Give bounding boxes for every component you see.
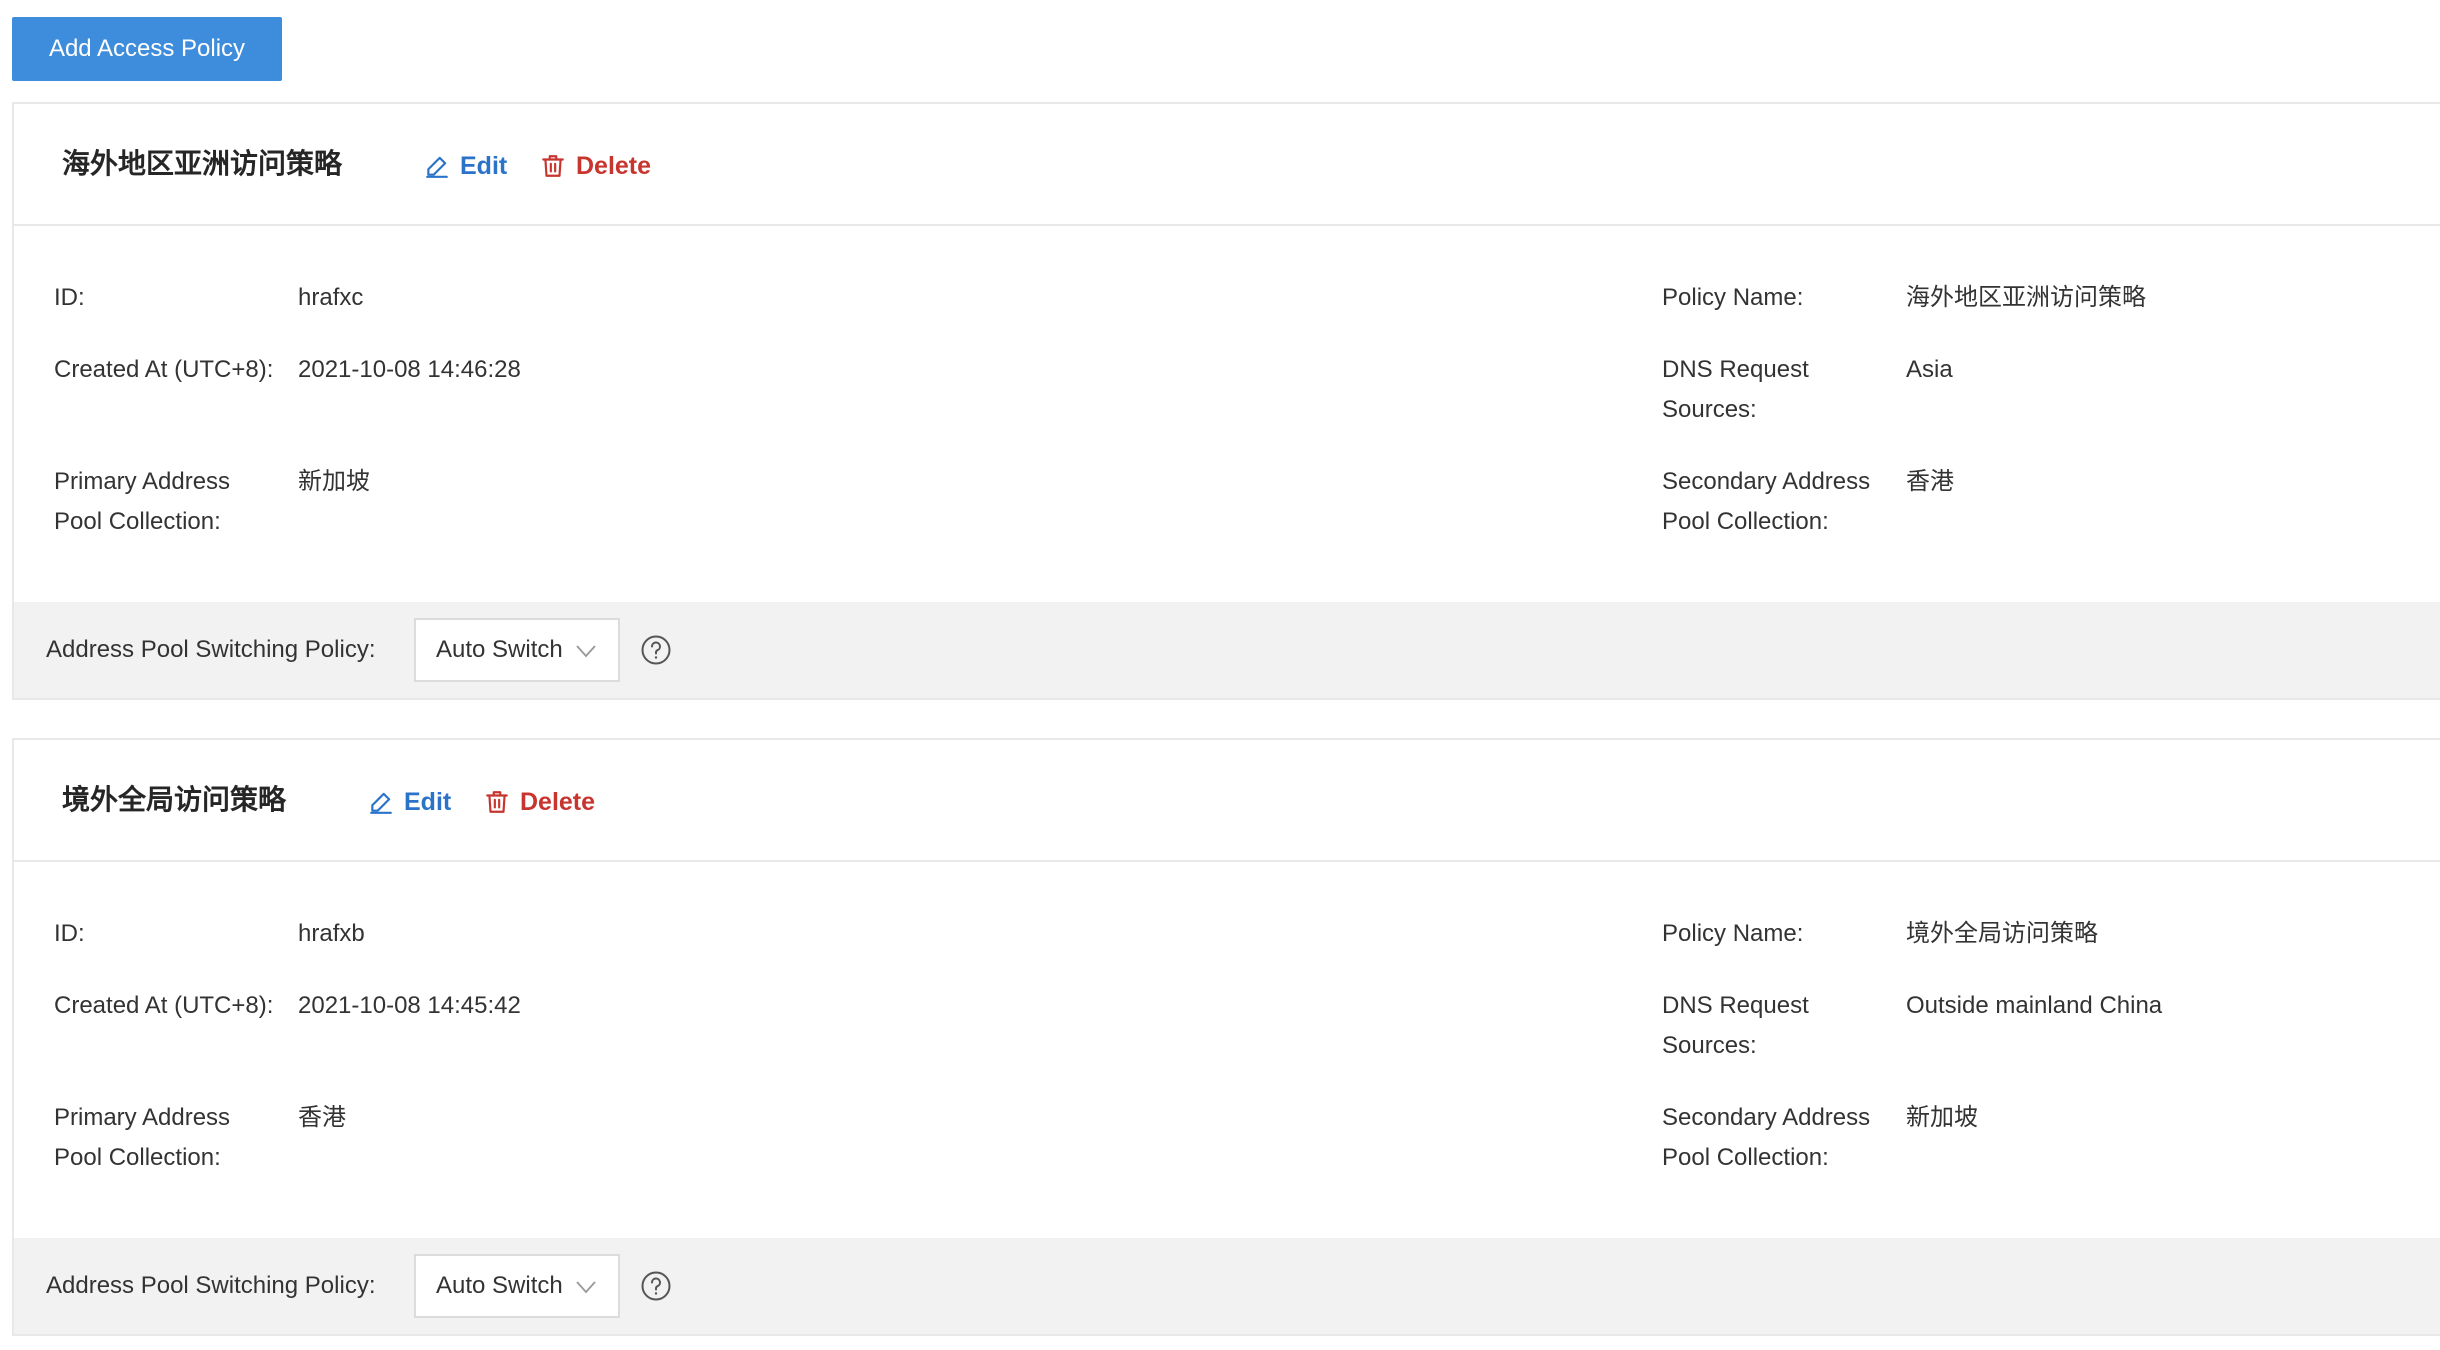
policy-name-label: Policy Name: xyxy=(1662,920,1804,947)
policy-name-label: Policy Name: xyxy=(1662,284,1804,311)
id-value: hrafxb xyxy=(298,920,365,947)
pencil-icon xyxy=(426,156,448,178)
policy-name-value: 海外地区亚洲访问策略 xyxy=(1906,284,2146,311)
dns-sources-value: Outside mainland China xyxy=(1906,992,2163,1019)
policy-card: 海外地区亚洲访问策略 Edit Delete ID: hrafxc Create… xyxy=(12,102,2440,700)
primary-pool-label: Primary Address Pool Collection: xyxy=(54,1104,231,1171)
trash-icon xyxy=(542,155,564,177)
switching-policy-label: Address Pool Switching Policy: xyxy=(46,1272,376,1299)
pencil-icon xyxy=(370,792,392,814)
policy-card-header: 境外全局访问策略 Edit Delete xyxy=(14,740,2440,862)
policy-details: ID: hrafxb Created At (UTC+8): 2021-10-0… xyxy=(14,862,2440,1238)
switching-policy-bar: Address Pool Switching Policy: Auto Swit… xyxy=(14,1238,2440,1334)
secondary-pool-value: 香港 xyxy=(1906,468,1954,495)
switching-policy-value: Auto Switch xyxy=(436,1272,563,1299)
delete-label: Delete xyxy=(520,787,596,816)
chevron-down-icon xyxy=(576,1281,596,1294)
created-at-label: Created At (UTC+8): xyxy=(54,992,274,1019)
policy-title: 海外地区亚洲访问策略 xyxy=(62,148,343,179)
switching-policy-label: Address Pool Switching Policy: xyxy=(46,636,376,663)
primary-pool-value: 新加坡 xyxy=(298,468,370,495)
policy-card: 境外全局访问策略 Edit Delete ID: hrafxb Created … xyxy=(12,738,2440,1336)
edit-label: Edit xyxy=(404,787,452,816)
dns-sources-label: DNS Request Sources: xyxy=(1662,992,1809,1059)
switching-policy-select[interactable]: Auto Switch xyxy=(414,618,620,682)
id-label: ID: xyxy=(54,920,85,947)
id-label: ID: xyxy=(54,284,85,311)
created-at-value: 2021-10-08 14:46:28 xyxy=(298,356,521,383)
switching-policy-bar: Address Pool Switching Policy: Auto Swit… xyxy=(14,602,2440,698)
created-at-value: 2021-10-08 14:45:42 xyxy=(298,992,521,1019)
policy-details: ID: hrafxc Created At (UTC+8): 2021-10-0… xyxy=(14,226,2440,602)
question-circle-icon[interactable] xyxy=(640,1270,672,1302)
primary-pool-label: Primary Address Pool Collection: xyxy=(54,468,231,535)
trash-icon xyxy=(486,791,508,813)
edit-button[interactable]: Edit xyxy=(368,784,451,820)
policy-name-value: 境外全局访问策略 xyxy=(1906,920,2098,947)
dns-sources-value: Asia xyxy=(1906,356,1953,383)
created-at-label: Created At (UTC+8): xyxy=(54,356,274,383)
policy-title: 境外全局访问策略 xyxy=(62,784,287,815)
edit-button[interactable]: Edit xyxy=(424,148,507,184)
switching-policy-value: Auto Switch xyxy=(436,636,563,663)
secondary-pool-label: Secondary Address Pool Collection: xyxy=(1662,468,1871,535)
edit-label: Edit xyxy=(460,151,508,180)
policy-card-header: 海外地区亚洲访问策略 Edit Delete xyxy=(14,104,2440,226)
secondary-pool-label: Secondary Address Pool Collection: xyxy=(1662,1104,1871,1171)
delete-button[interactable]: Delete xyxy=(484,784,595,820)
primary-pool-value: 香港 xyxy=(298,1104,346,1131)
delete-label: Delete xyxy=(576,151,652,180)
id-value: hrafxc xyxy=(298,284,364,311)
add-access-policy-button[interactable]: Add Access Policy xyxy=(12,17,282,81)
delete-button[interactable]: Delete xyxy=(540,148,651,184)
dns-sources-label: DNS Request Sources: xyxy=(1662,356,1809,423)
question-circle-icon[interactable] xyxy=(640,634,672,666)
chevron-down-icon xyxy=(576,645,596,658)
secondary-pool-value: 新加坡 xyxy=(1906,1104,1978,1131)
switching-policy-select[interactable]: Auto Switch xyxy=(414,1254,620,1318)
